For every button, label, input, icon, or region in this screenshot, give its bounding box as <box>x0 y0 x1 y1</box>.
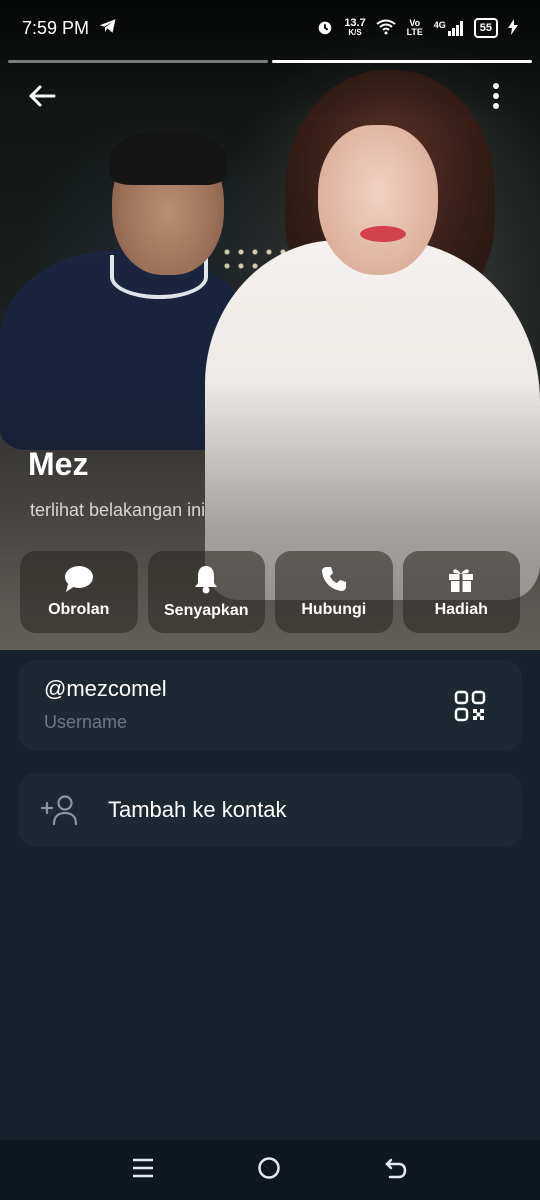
charging-icon <box>508 18 518 38</box>
signal-icon: 4G <box>434 20 464 36</box>
mute-button-label: Senyapkan <box>164 602 249 619</box>
qr-code-button[interactable] <box>454 690 486 727</box>
system-navigation-bar <box>0 1140 540 1200</box>
telegram-icon <box>99 18 117 39</box>
chat-button-label: Obrolan <box>48 601 110 618</box>
recent-apps-button[interactable] <box>132 1158 154 1183</box>
call-button-label: Hubungi <box>301 601 367 618</box>
more-options-button[interactable] <box>476 76 516 116</box>
volte-indicator: Vo LTE <box>406 18 423 37</box>
photo-progress-segment <box>8 60 268 63</box>
add-to-contacts-button[interactable]: Tambah ke kontak <box>18 773 522 847</box>
add-to-contacts-label: Tambah ke kontak <box>108 797 287 822</box>
home-circle-icon <box>258 1156 280 1179</box>
username-value: @mezcomel <box>44 676 167 701</box>
profile-name: Mez <box>28 446 89 482</box>
status-icons: 13.7 K/S Vo LTE 4G 55 <box>316 18 518 39</box>
network-speed: 13.7 K/S <box>344 17 366 38</box>
menu-lines-icon <box>132 1158 153 1177</box>
gift-button[interactable]: Hadiah <box>402 551 520 633</box>
back-button[interactable] <box>22 76 62 116</box>
add-person-icon <box>40 795 78 826</box>
photo-person-right-lips <box>360 226 406 242</box>
gift-button-label: Hadiah <box>434 601 488 618</box>
photo-person-right-face <box>318 125 438 275</box>
photo-progress-bars <box>8 60 532 63</box>
call-button[interactable]: Hubungi <box>275 551 393 633</box>
phone-icon <box>321 567 346 591</box>
qr-code-icon <box>454 690 486 722</box>
bell-icon <box>195 566 218 594</box>
chat-bubble-icon <box>64 566 93 592</box>
home-button[interactable] <box>257 1156 281 1185</box>
photo-progress-segment-active <box>272 60 532 63</box>
last-seen-status: terlihat belakangan ini <box>30 500 206 520</box>
profile-actions: Obrolan Senyapkan Hubungi Hadiah <box>20 551 520 633</box>
username-card[interactable]: @mezcomel Username <box>18 660 522 751</box>
chat-button[interactable]: Obrolan <box>20 551 138 633</box>
status-time: 7:59 PM <box>22 17 90 38</box>
return-arrow-icon <box>385 1158 407 1178</box>
three-dots-vertical-icon <box>493 83 499 109</box>
photo-person-left-hair <box>110 130 226 185</box>
status-bar: 7:59 PM 13.7 K/S Vo LTE 4G 55 <box>0 0 540 56</box>
battery-indicator: 55 <box>473 18 498 38</box>
wifi-icon <box>376 19 396 38</box>
gift-icon <box>449 569 474 592</box>
system-back-button[interactable] <box>384 1156 408 1185</box>
alarm-icon <box>316 18 334 39</box>
mute-button[interactable]: Senyapkan <box>147 551 265 633</box>
arrow-left-icon <box>29 85 56 107</box>
username-label: Username <box>44 712 128 732</box>
